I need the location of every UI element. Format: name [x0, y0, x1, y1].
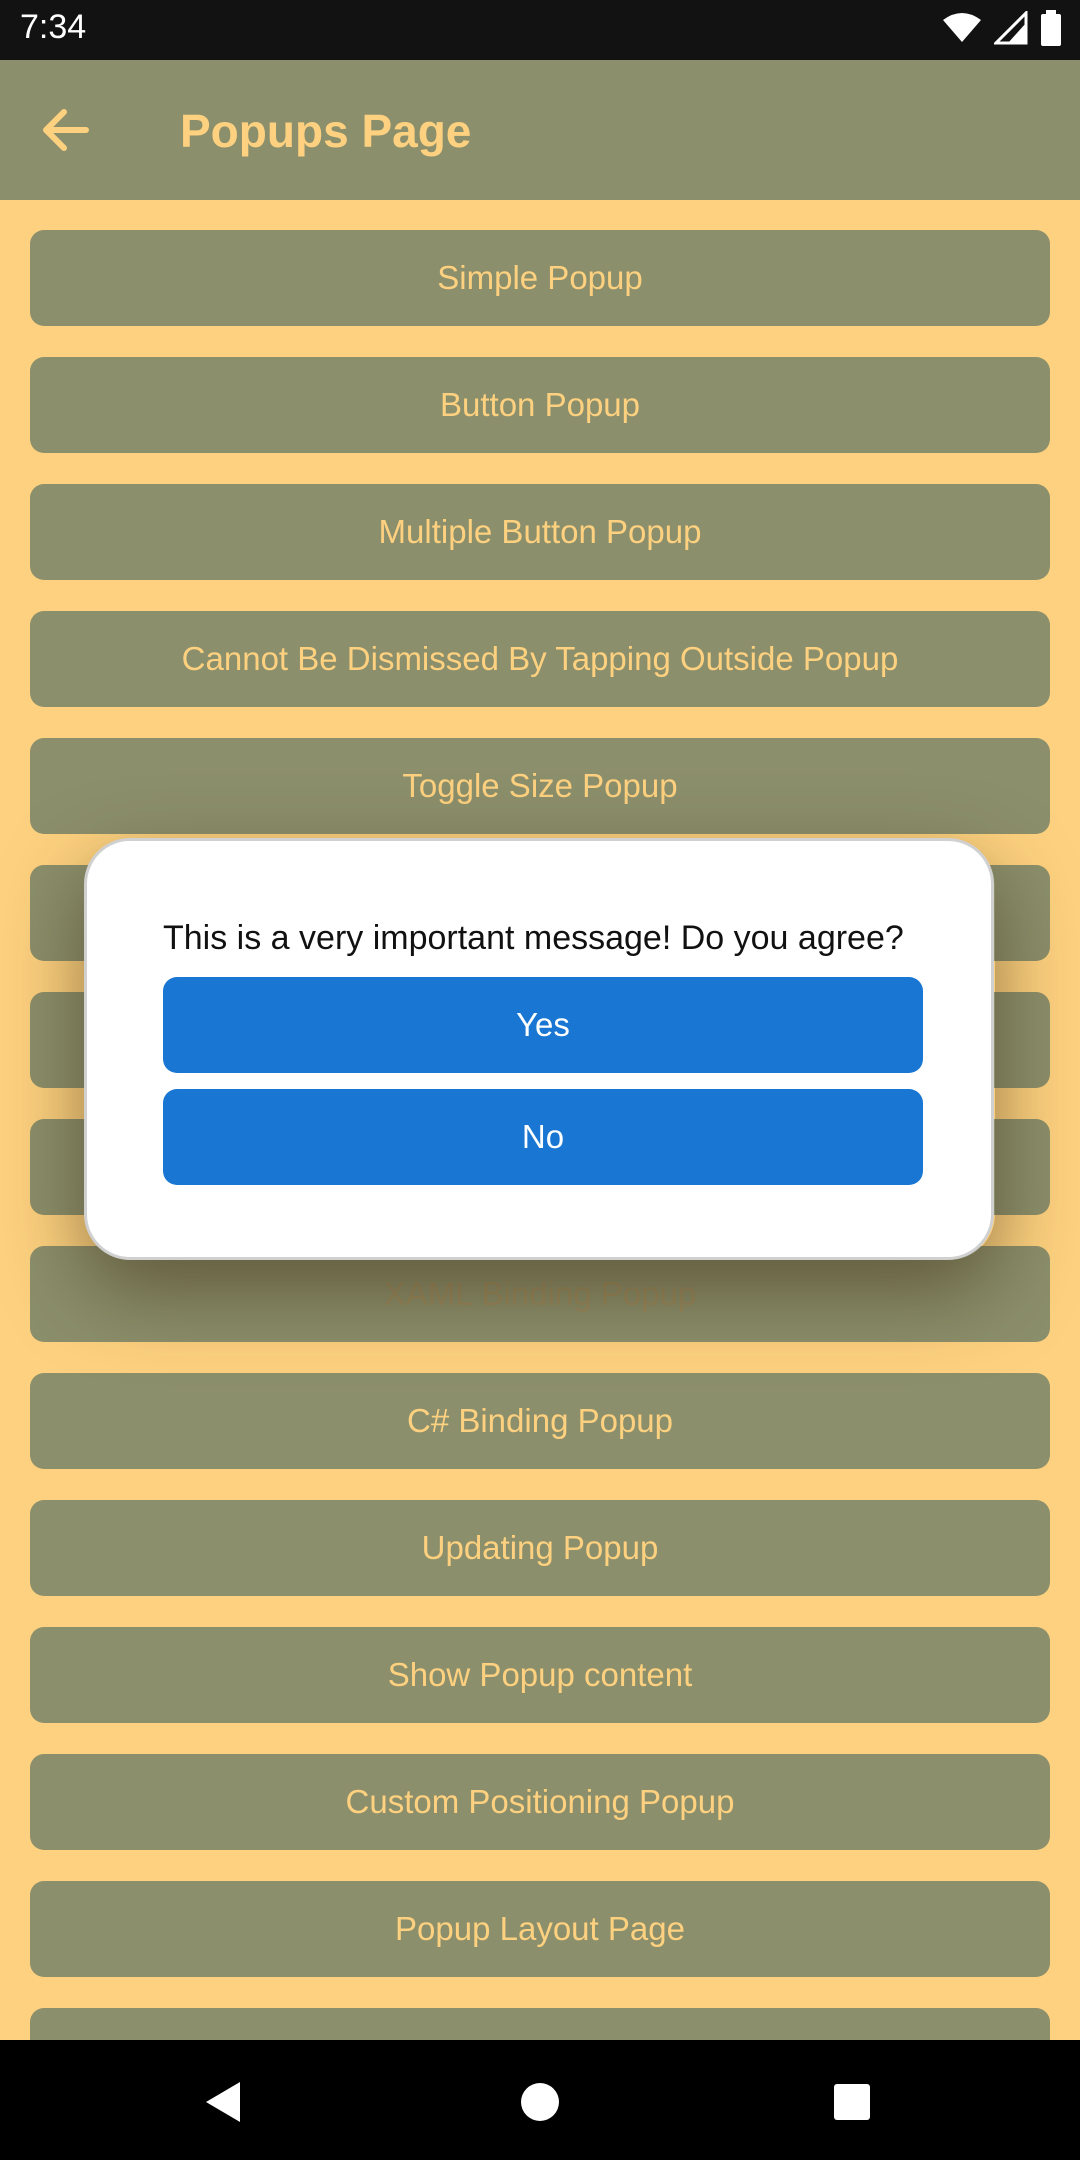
- toggle-size-popup-button[interactable]: Toggle Size Popup: [30, 738, 1050, 834]
- app-bar: Popups Page: [0, 60, 1080, 200]
- signal-icon: [992, 8, 1028, 50]
- page-title: Popups Page: [180, 105, 472, 157]
- status-time: 7:34: [20, 8, 87, 46]
- xaml-binding-popup-button[interactable]: XAML Binding Popup: [30, 1246, 1050, 1342]
- back-button[interactable]: [36, 102, 100, 158]
- no-button[interactable]: No: [163, 1089, 923, 1185]
- custom-positioning-popup-button[interactable]: Custom Positioning Popup: [30, 1754, 1050, 1850]
- recents-square-icon: [824, 2084, 880, 2134]
- back-triangle-icon: [196, 2082, 252, 2134]
- multiple-button-popup-button[interactable]: Multiple Button Popup: [30, 484, 1050, 580]
- nav-recents-button[interactable]: [824, 2074, 880, 2130]
- cannot-be-dismissed-popup-button[interactable]: Cannot Be Dismissed By Tapping Outside P…: [30, 611, 1050, 707]
- updating-popup-button[interactable]: Updating Popup: [30, 1500, 1050, 1596]
- status-icons: [942, 8, 1062, 51]
- partial-next-button[interactable]: [30, 2008, 1050, 2040]
- navigation-bar: [0, 2040, 1080, 2160]
- csharp-binding-popup-button[interactable]: C# Binding Popup: [30, 1373, 1050, 1469]
- wifi-icon: [942, 12, 982, 49]
- simple-popup-button[interactable]: Simple Popup: [30, 230, 1050, 326]
- battery-icon: [1040, 9, 1062, 51]
- popup-dialog: This is a very important message! Do you…: [84, 838, 994, 1260]
- nav-back-button[interactable]: [196, 2074, 252, 2130]
- nav-home-button[interactable]: [512, 2074, 568, 2130]
- home-circle-icon: [512, 2083, 568, 2134]
- button-popup-button[interactable]: Button Popup: [30, 357, 1050, 453]
- popup-layout-page-button[interactable]: Popup Layout Page: [30, 1881, 1050, 1977]
- show-popup-content-button[interactable]: Show Popup content: [30, 1627, 1050, 1723]
- yes-button[interactable]: Yes: [163, 977, 923, 1073]
- popup-message: This is a very important message! Do you…: [163, 919, 904, 957]
- arrow-left-icon: [36, 109, 100, 162]
- status-bar: 7:34: [0, 0, 1080, 60]
